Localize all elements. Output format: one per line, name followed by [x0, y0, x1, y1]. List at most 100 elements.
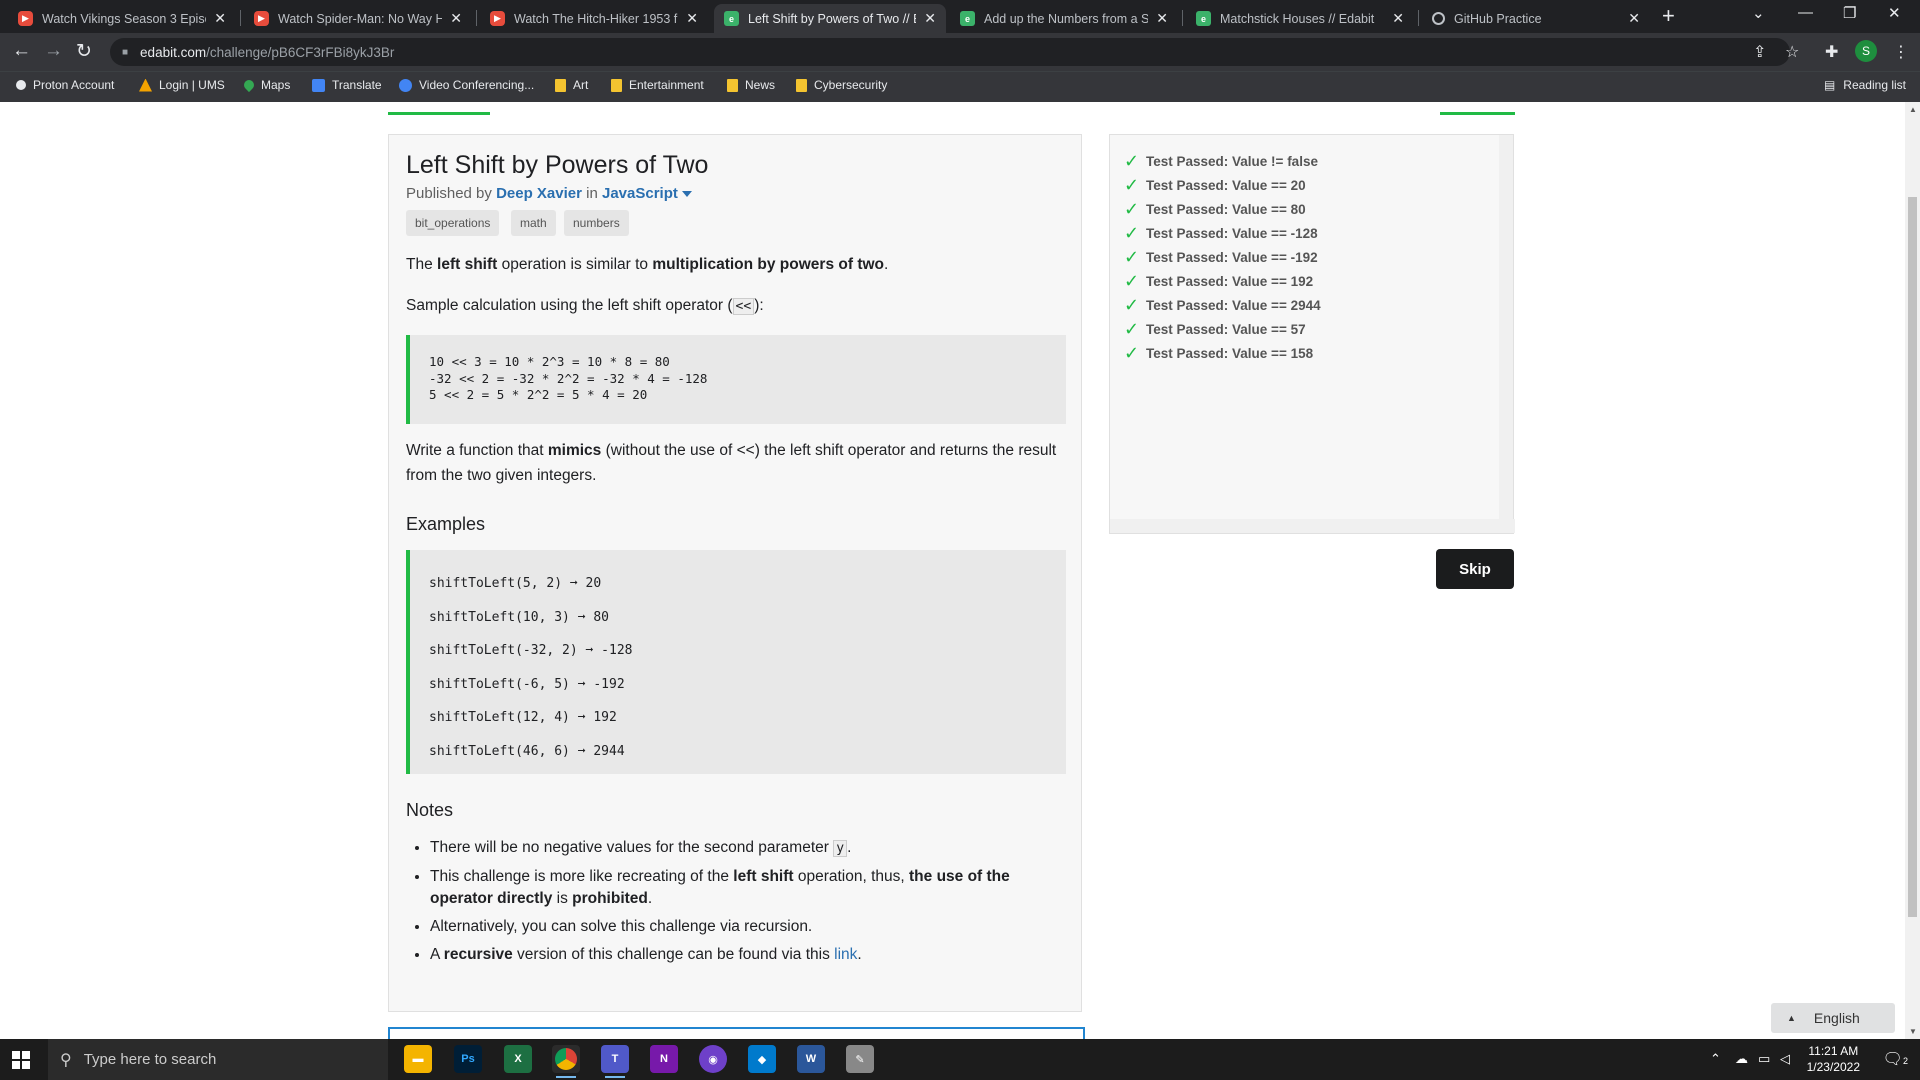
bookmark-video-conferencing[interactable]: Video Conferencing...	[399, 78, 534, 92]
language-dropdown[interactable]: JavaScript	[602, 185, 692, 202]
word-icon[interactable]: W	[797, 1045, 825, 1073]
back-button[interactable]: ←	[12, 40, 31, 62]
tab-watch-hitchhiker[interactable]: ▶ Watch The Hitch-Hiker 1953 full ✕	[480, 4, 708, 33]
recursive-version-link[interactable]: link	[834, 946, 857, 963]
page-scrollbar[interactable]: ▲ ▼	[1905, 102, 1920, 1039]
browser-tab-bar: ▶ Watch Vikings Season 3 Episode ✕ ▶ Wat…	[0, 0, 1920, 33]
show-hidden-icons[interactable]: ⌃	[1710, 1051, 1721, 1067]
taskbar-clock[interactable]: 11:21 AM 1/23/2022	[1807, 1043, 1860, 1075]
close-window-button[interactable]: ✕	[1888, 4, 1901, 22]
check-icon: ✓	[1124, 318, 1140, 339]
tab-search-icon[interactable]: ⌄	[1752, 4, 1765, 22]
close-tab-icon[interactable]: ✕	[1156, 10, 1168, 27]
test-result-item: ✓ Test Passed: Value != false	[1124, 150, 1318, 171]
notification-icon[interactable]: 🗨2	[1883, 1049, 1908, 1069]
new-tab-button[interactable]: +	[1662, 3, 1675, 29]
video-site-icon: ▶	[490, 11, 505, 26]
tag-numbers[interactable]: numbers	[564, 210, 629, 236]
paint-icon[interactable]: ✎	[846, 1045, 874, 1073]
close-tab-icon[interactable]: ✕	[450, 10, 462, 27]
next-section-card	[388, 1027, 1085, 1039]
reload-button[interactable]: ↻	[76, 40, 92, 63]
extensions-icon[interactable]: ✚	[1825, 42, 1838, 62]
check-icon: ✓	[1124, 198, 1140, 219]
scroll-up-arrow[interactable]: ▲	[1909, 105, 1917, 114]
note-item: Alternatively, you can solve this challe…	[430, 916, 1032, 938]
scroll-down-arrow[interactable]: ▼	[1909, 1027, 1917, 1036]
minimize-button[interactable]: —	[1798, 4, 1813, 21]
profile-avatar[interactable]: S	[1855, 40, 1877, 62]
note-item: There will be no negative values for the…	[430, 837, 1032, 860]
teams-icon[interactable]: T	[601, 1045, 629, 1078]
close-tab-icon[interactable]: ✕	[686, 10, 698, 27]
bookmark-folder-cybersecurity[interactable]: Cybersecurity	[796, 78, 887, 92]
windows-start-button[interactable]	[12, 1051, 30, 1069]
bookmark-folder-news[interactable]: News	[727, 78, 775, 92]
video-call-icon	[399, 78, 412, 92]
share-icon[interactable]: ⇪	[1753, 42, 1766, 62]
reading-list-button[interactable]: ▤ Reading list	[1824, 78, 1906, 92]
close-tab-icon[interactable]: ✕	[1392, 10, 1404, 27]
cloud-icon[interactable]: ☁	[1735, 1051, 1748, 1067]
taskbar-search[interactable]: ⚲ Type here to search	[48, 1039, 388, 1080]
network-icon[interactable]: ▭	[1758, 1051, 1770, 1067]
excel-icon[interactable]: X	[504, 1045, 532, 1073]
check-icon: ✓	[1124, 222, 1140, 243]
tab-watch-spiderman[interactable]: ▶ Watch Spider-Man: No Way Hom ✕	[244, 4, 472, 33]
url-bar[interactable]: ■ edabit.com/challenge/pB6CF3rFBi8ykJ3Br	[110, 38, 1790, 66]
bookmark-star-icon[interactable]: ☆	[1785, 42, 1799, 62]
file-explorer-icon[interactable]: ▬	[404, 1045, 432, 1073]
skip-button[interactable]: Skip	[1436, 549, 1514, 589]
vscode-icon[interactable]: ◆	[748, 1045, 776, 1073]
tab-matchstick-houses[interactable]: e Matchstick Houses // Edabit ✕	[1186, 4, 1414, 33]
notes-list: There will be no negative values for the…	[412, 837, 1032, 972]
bookmark-login-ums[interactable]: Login | UMS	[139, 78, 225, 92]
language-selector[interactable]: ▲ English	[1771, 1003, 1895, 1033]
check-icon: ✓	[1124, 342, 1140, 363]
examples-heading: Examples	[406, 514, 486, 534]
volume-icon[interactable]: ◁	[1780, 1051, 1790, 1067]
bookmark-proton[interactable]: Proton Account	[16, 78, 114, 92]
bookmark-folder-entertainment[interactable]: Entertainment	[611, 78, 704, 92]
edabit-icon: e	[724, 11, 739, 26]
check-icon: ✓	[1124, 150, 1140, 171]
chrome-icon[interactable]	[552, 1045, 580, 1078]
examples-code-block: shiftToLeft(5, 2) ➞ 20 shiftToLeft(10, 3…	[406, 550, 1066, 774]
tab-watch-vikings[interactable]: ▶ Watch Vikings Season 3 Episode ✕	[8, 4, 236, 33]
bookmark-translate[interactable]: Translate	[312, 78, 382, 92]
sample-paragraph: Sample calculation using the left shift …	[406, 297, 764, 315]
tab-github-practice[interactable]: GitHub Practice ✕	[1422, 4, 1650, 33]
github-desktop-icon[interactable]: ◉	[699, 1045, 727, 1073]
test-result-item: ✓ Test Passed: Value == 158	[1124, 342, 1314, 363]
test-result-item: ✓ Test Passed: Value == 192	[1124, 270, 1314, 291]
tag-math[interactable]: math	[511, 210, 556, 236]
sample-code-block: 10 << 3 = 10 * 2^3 = 10 * 8 = 80 -32 << …	[406, 335, 1066, 424]
test-result-item: ✓ Test Passed: Value == 57	[1124, 318, 1306, 339]
author-link[interactable]: Deep Xavier	[496, 185, 582, 202]
results-horizontal-scrollbar[interactable]	[1110, 519, 1515, 533]
results-vertical-scrollbar[interactable]	[1499, 135, 1513, 520]
scrollbar-thumb[interactable]	[1908, 197, 1917, 917]
menu-icon[interactable]: ⋮	[1893, 42, 1909, 62]
tab-add-up-numbers[interactable]: e Add up the Numbers from a Sin ✕	[950, 4, 1178, 33]
test-results-list: ✓ Test Passed: Value != false ✓ Test Passe…	[1124, 149, 1321, 365]
edabit-icon: e	[1196, 11, 1211, 26]
edabit-icon: e	[960, 11, 975, 26]
tab-underline-left	[388, 112, 490, 115]
close-tab-icon[interactable]: ✕	[1628, 10, 1640, 27]
bookmark-maps[interactable]: Maps	[241, 77, 290, 93]
video-site-icon: ▶	[18, 11, 33, 26]
bookmark-folder-art[interactable]: Art	[555, 78, 588, 92]
tab-left-shift-active[interactable]: e Left Shift by Powers of Two // Ed ✕	[714, 4, 946, 33]
forward-button[interactable]: →	[44, 40, 63, 62]
close-tab-icon[interactable]: ✕	[214, 10, 226, 27]
onenote-icon[interactable]: N	[650, 1045, 678, 1073]
photoshop-icon[interactable]: Ps	[454, 1045, 482, 1073]
windows-taskbar: ⚲ Type here to search ▬ Ps X T N ◉ ◆ W ✎…	[0, 1039, 1920, 1080]
test-results-panel: ✓ Test Passed: Value != false ✓ Test Passe…	[1109, 134, 1515, 534]
tag-bit-operations[interactable]: bit_operations	[406, 210, 500, 236]
close-tab-icon[interactable]: ✕	[924, 10, 936, 27]
tab-underline-right	[1440, 112, 1515, 115]
restore-button[interactable]: ❐	[1843, 4, 1856, 22]
address-toolbar: ← → ↻ ■ edabit.com/challenge/pB6CF3rFBi8…	[0, 33, 1920, 71]
